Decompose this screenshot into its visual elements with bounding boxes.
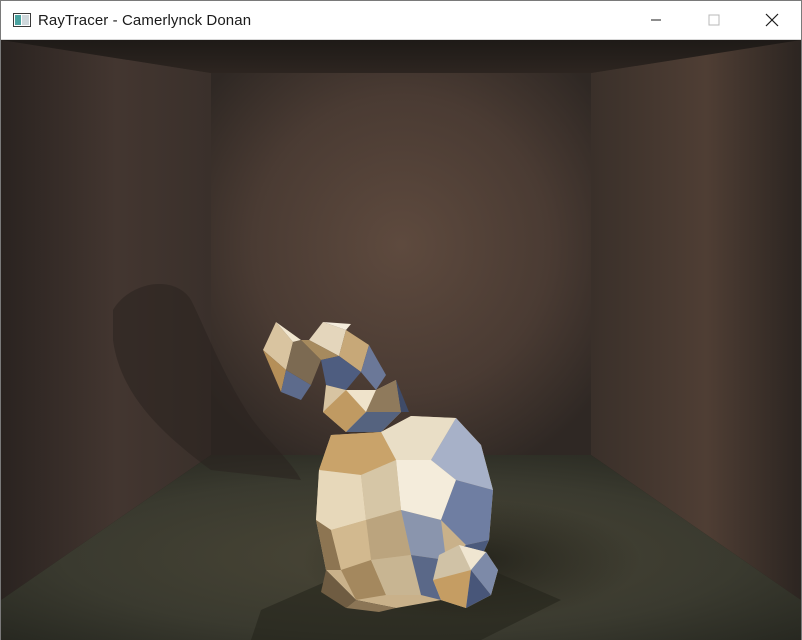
minimize-button[interactable] — [627, 1, 685, 39]
maximize-button[interactable] — [685, 1, 743, 39]
window-controls — [627, 1, 801, 39]
close-icon — [765, 13, 779, 27]
raytracer-window: RayTracer - Camerlynck Donan — [0, 0, 802, 640]
title-bar[interactable]: RayTracer - Camerlynck Donan — [1, 1, 801, 40]
minimize-icon — [651, 19, 661, 21]
window-app-icon — [13, 13, 31, 27]
render-viewport — [1, 40, 801, 640]
raytraced-scene — [1, 40, 801, 640]
maximize-icon — [708, 14, 720, 26]
window-title: RayTracer - Camerlynck Donan — [38, 11, 252, 29]
close-button[interactable] — [743, 1, 801, 39]
